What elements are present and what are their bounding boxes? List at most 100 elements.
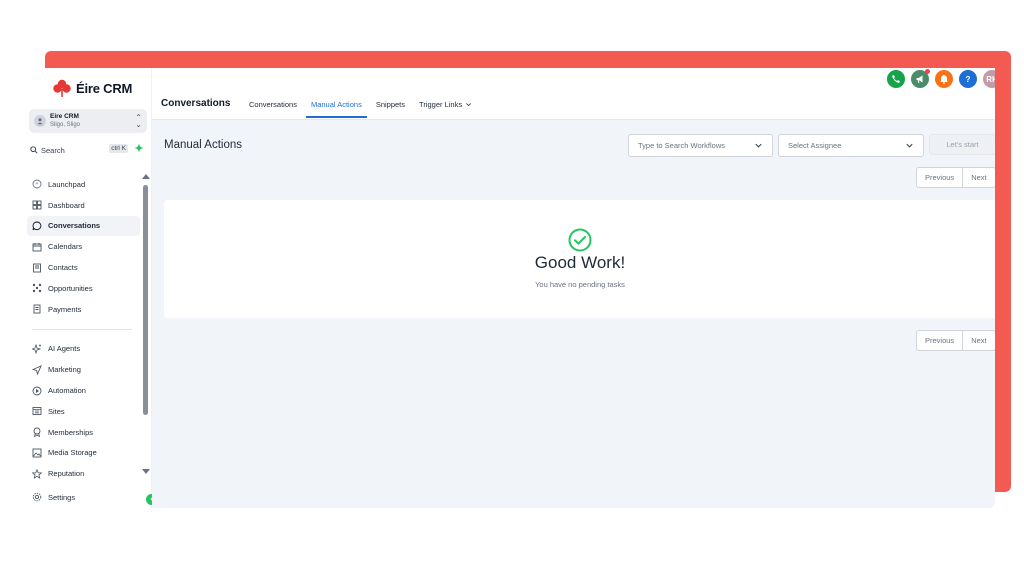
sites-icon [32,407,42,416]
sidebar-item-sites[interactable]: Sites [27,401,140,422]
image-icon [32,448,42,458]
sidebar-item-label: Contacts [48,263,78,273]
lets-start-button[interactable]: Let's start [929,134,995,155]
contacts-icon [33,263,41,273]
sidebar-item-label: Opportunities [48,283,93,293]
sidebar-item-label: Conversations [48,221,101,231]
sidebar-item-opportunities[interactable]: Opportunities [27,278,140,299]
tab-manual-actions[interactable]: Manual Actions [305,94,367,118]
sidebar-item-media-storage[interactable]: Media Storage [27,443,140,464]
rocket-icon [32,179,42,189]
sidebar-item-launchpad[interactable]: Launchpad [27,174,140,195]
sidebar-item-label: Launchpad [48,179,86,189]
sidebar-item-label: Memberships [48,427,94,437]
section-title: Manual Actions [164,139,242,151]
sidebar-item-calendars[interactable]: Calendars [27,236,140,257]
chat-icon [32,221,42,231]
sidebar-item-label: Calendars [48,242,83,252]
quick-add-icon[interactable]: ✦ [132,142,146,156]
workflow-search-select[interactable]: Type to Search Workflows [628,134,773,157]
account-switcher[interactable]: Eire CRM Sligo, Sligo ⌃ ⌄ [29,109,147,133]
sidebar-item-dashboard[interactable]: Dashboard [27,195,140,216]
send-icon [32,364,42,375]
dashboard-icon [32,200,42,210]
tab-snippets[interactable]: Snippets [371,94,410,118]
tab-trigger-links[interactable]: Trigger Links [414,94,477,118]
notification-dot [925,69,930,74]
app-window: Éire CRM Eire CRM Sligo, Sligo ⌃ ⌄ Search… [22,68,995,508]
pagination-bottom: Previous Next [916,330,995,351]
sidebar-item-settings[interactable]: Settings [32,492,75,502]
workflow-select-placeholder: Type to Search Workflows [638,141,725,150]
avatar-initials: RH [986,74,995,84]
chevron-down-icon [466,103,471,107]
help-icon: ? [965,74,971,84]
chevron-updown-icon: ⌃ ⌄ [135,113,142,129]
sidebar-item-contacts[interactable]: Contacts [27,257,140,278]
sidebar-item-payments[interactable]: Payments [27,299,140,320]
location-avatar-icon [34,115,46,127]
sidebar-item-reputation[interactable]: Reputation [27,463,140,484]
tab-label: Snippets [375,100,406,109]
tab-conversations[interactable]: Conversations [244,94,302,118]
help-button[interactable]: ? [959,70,977,88]
search-icon [30,146,38,154]
sidebar-item-label: AI Agents [48,344,81,354]
sidebar-item-ai-agents[interactable]: AI Agents [27,339,140,360]
award-icon [33,427,41,438]
sidebar-divider [32,328,132,330]
sidebar-search[interactable]: Search ctrl K ✦ [30,143,148,157]
next-button[interactable]: Next [962,331,994,350]
logo[interactable]: Éire CRM [52,78,132,98]
sidebar-item-label: Marketing [48,365,81,375]
main-content: Manual Actions Type to Search Workflows … [152,120,995,508]
assignee-select[interactable]: Select Assignee [778,134,924,157]
sidebar-item-memberships[interactable]: Memberships [27,422,140,443]
sidebar-item-label: Reputation [48,469,85,479]
sidebar-item-automation[interactable]: Automation [27,380,140,401]
calendar-icon [32,242,42,252]
gear-icon [32,492,42,502]
sidebar-item-label: Dashboard [48,200,85,210]
sidebar-item-label: Payments [48,304,82,314]
phone-button[interactable] [887,70,905,88]
chevron-down-icon [755,143,762,148]
sparkle-icon [32,343,42,354]
tab-label: Trigger Links [419,100,463,109]
payments-icon [33,304,41,314]
tab-label: Conversations [249,100,297,109]
sidebar: Éire CRM Eire CRM Sligo, Sligo ⌃ ⌄ Search… [22,68,157,508]
star-icon [32,468,42,479]
brand-name: Éire CRM [76,80,133,96]
empty-state-title: Good Work! [534,253,626,272]
tab-bar: Conversations Manual Actions Snippets Tr… [244,94,481,120]
avatar[interactable]: RH [983,70,995,88]
tab-label: Manual Actions [310,100,362,109]
header-actions: ? RH [887,69,995,88]
previous-button[interactable]: Previous [917,168,962,187]
sidebar-scrollbar[interactable] [143,185,148,415]
page-title: Conversations [161,98,231,109]
sidebar-item-marketing[interactable]: Marketing [27,359,140,380]
account-location: Sligo, Sligo [50,122,81,128]
top-bar: Conversations Conversations Manual Actio… [152,68,995,120]
bell-icon [940,75,948,84]
chevron-down-icon [906,143,913,148]
pagination-top: Previous Next [916,167,995,188]
announcements-button[interactable] [911,69,930,88]
search-label: Search [41,145,65,155]
next-button[interactable]: Next [962,168,994,187]
notifications-button[interactable] [935,70,953,88]
scroll-up-arrow[interactable] [142,174,150,179]
empty-state-subtitle: You have no pending tasks [535,280,625,289]
shamrock-icon [53,79,71,97]
sidebar-item-conversations[interactable]: Conversations [27,215,140,237]
previous-button[interactable]: Previous [917,331,962,350]
sidebar-item-label: Automation [48,386,86,396]
empty-state-card: Good Work! You have no pending tasks [164,200,995,318]
automation-icon [32,386,42,396]
megaphone-icon [916,75,923,84]
search-shortcut: ctrl K [109,144,128,153]
scroll-down-arrow[interactable] [142,469,150,474]
settings-label: Settings [48,492,76,502]
